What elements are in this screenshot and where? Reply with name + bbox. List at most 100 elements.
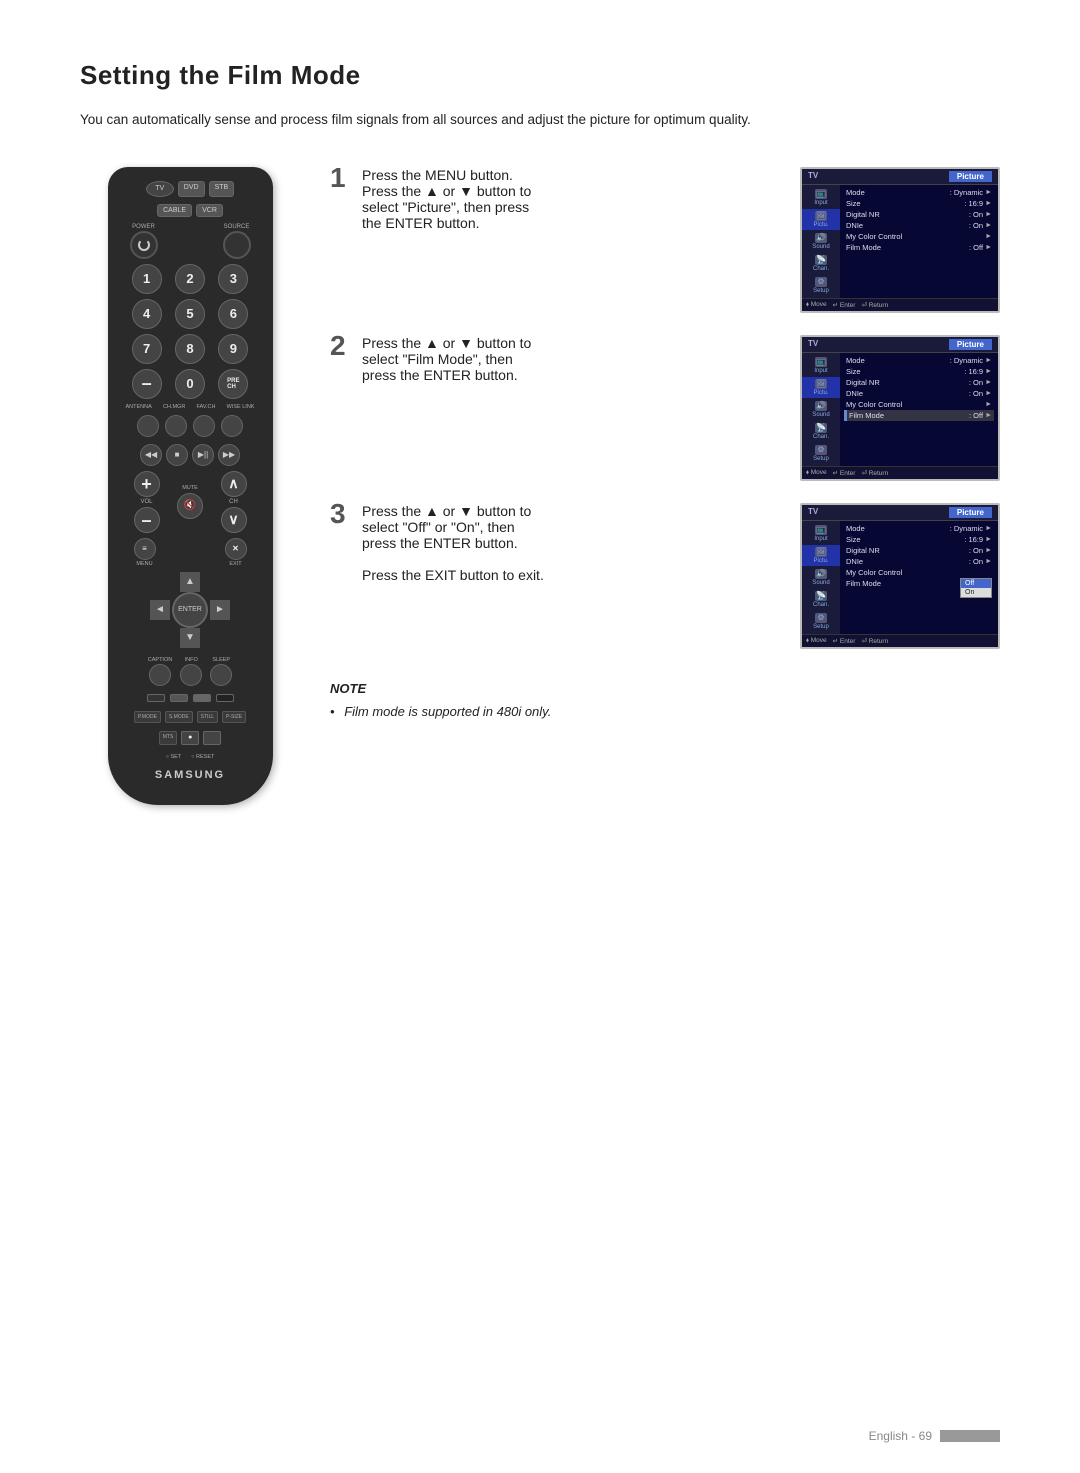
vol-controls: + VOL – [134, 471, 160, 533]
dvd-button[interactable]: DVD [178, 181, 205, 197]
tv-main-1: Mode : Dynamic ► Size : 16:9 ► Digital N… [840, 185, 998, 298]
mute-button[interactable]: 🔇 [177, 493, 203, 519]
color-btn-1[interactable] [147, 694, 165, 702]
rewind-button[interactable]: ◀◀ [140, 444, 162, 466]
step-2-number: 2 [330, 331, 352, 362]
stb-button[interactable]: STB [209, 181, 235, 197]
color-btn-3[interactable] [193, 694, 211, 702]
sidebar-sound-1: 🔊 Sound [802, 231, 840, 252]
tv-menu-2: 📺 Input 🖼 Pictu. 🔊 Sound [802, 353, 998, 466]
ff-button[interactable]: ▶▶ [218, 444, 240, 466]
step-1-line1: Press the MENU button. [362, 167, 784, 183]
vol-up-button[interactable]: + [134, 471, 160, 497]
btn-2[interactable]: 2 [175, 264, 205, 294]
note-item-1: • Film mode is supported in 480i only. [330, 702, 1000, 722]
tv-screen-3: TV Picture 📺 Input 🖼 [800, 503, 1000, 649]
sleep-button[interactable] [210, 664, 232, 686]
smode-button[interactable]: S.MODE [165, 711, 193, 723]
ch-up-button[interactable]: ∧ [221, 471, 247, 497]
pmode-button[interactable]: P.MODE [134, 711, 161, 723]
power-button[interactable] [130, 231, 158, 259]
footer-text: English - 69 [869, 1429, 932, 1443]
btn-0[interactable]: 0 [175, 369, 205, 399]
tv-sidebar-3: 📺 Input 🖼 Pictu. 🔊 Sound [802, 521, 840, 634]
step-3-row: 3 Press the ▲ or ▼ button to select "Off… [330, 503, 1000, 649]
menu-row-mycolor-3: My Color Control [844, 567, 994, 578]
tv-footer-2: ⬧ Move ↵ Enter ⏎ Return [802, 466, 998, 479]
filmmode-popup: Off On [960, 578, 992, 598]
footer-move-3: ⬧ Move [806, 637, 827, 645]
sidebar-channel-1: 📡 Chan. [802, 253, 840, 274]
footer-bar [940, 1430, 1000, 1442]
btn-3[interactable]: 3 [218, 264, 248, 294]
btn-prech[interactable]: PRECH [218, 369, 248, 399]
menu-area: ≡ MENU [134, 538, 156, 567]
step-1-screen: TV Picture 📺 Input 🖼 [800, 167, 1000, 313]
dpad-up[interactable]: ▲ [180, 572, 200, 592]
ch-down-button[interactable]: ∨ [221, 507, 247, 533]
nav-labels: ANTENNA CH.MGR FAV.CH WISE LINK [120, 404, 261, 410]
wiselink-button[interactable] [221, 415, 243, 437]
mts-button[interactable]: MTS [159, 731, 178, 745]
stop-button[interactable]: ■ [166, 444, 188, 466]
btn-4[interactable]: 4 [132, 299, 162, 329]
setup-icon-1: ⚙ [815, 277, 827, 287]
input-icon-3: 📺 [815, 525, 827, 535]
tv-label-2: TV [808, 339, 818, 350]
btn-1[interactable]: 1 [132, 264, 162, 294]
menu-row-filmmode-1: Film Mode : Off ► [844, 242, 994, 253]
btn-8[interactable]: 8 [175, 334, 205, 364]
step-3-number: 3 [330, 499, 352, 530]
color-btn-4[interactable] [216, 694, 234, 702]
footer-return-1: ⏎ Return [861, 301, 888, 309]
menu-button[interactable]: ≡ [134, 538, 156, 560]
dpad: ▲ ◄ ENTER ► ▼ [150, 572, 230, 648]
rec-button[interactable]: ● [181, 731, 199, 745]
btn-5[interactable]: 5 [175, 299, 205, 329]
dpad-left[interactable]: ◄ [150, 600, 170, 620]
tv-sidebar-1: 📺 Input 🖼 Pictu. 🔊 Sound [802, 185, 840, 298]
extra-button[interactable] [203, 731, 221, 745]
menu-label: MENU [136, 561, 152, 567]
color-btn-2[interactable] [170, 694, 188, 702]
mute-area: MUTE 🔇 [177, 485, 203, 519]
tv-menu-3: 📺 Input 🖼 Pictu. 🔊 Sound [802, 521, 998, 634]
btn-9[interactable]: 9 [218, 334, 248, 364]
enter-button[interactable]: ENTER [172, 592, 208, 628]
exit-button[interactable]: ✕ [225, 538, 247, 560]
sidebar-setup-3: ⚙ Setup [802, 611, 840, 632]
vcr-button[interactable]: VCR [196, 204, 223, 217]
menu-row-filmmode-2: Film Mode : Off ► [844, 410, 994, 421]
chmgr-button[interactable] [165, 415, 187, 437]
menu-row-dnr-2: Digital NR : On ► [844, 377, 994, 388]
btn-7[interactable]: 7 [132, 334, 162, 364]
number-grid: 1 2 3 4 5 6 7 8 9 – 0 PRECH [120, 264, 261, 399]
info-button[interactable] [180, 664, 202, 686]
remote-container: TV DVD STB CABLE VCR POWER [80, 167, 300, 805]
still-button[interactable]: STILL [197, 711, 218, 723]
footer-return-2: ⏎ Return [861, 469, 888, 477]
remote: TV DVD STB CABLE VCR POWER [108, 167, 273, 805]
picture-icon-2: 🖼 [815, 379, 827, 389]
menu-row-dnie-1: DNIe : On ► [844, 220, 994, 231]
source-buttons-row2: CABLE VCR [157, 204, 223, 217]
menu-row-filmmode-3: Film Mode Off On [844, 578, 994, 589]
step-1-line4: the ENTER button. [362, 215, 784, 231]
caption-button[interactable] [149, 664, 171, 686]
antenna-button[interactable] [137, 415, 159, 437]
dpad-right[interactable]: ► [210, 600, 230, 620]
btn-dash[interactable]: – [132, 369, 162, 399]
dpad-down[interactable]: ▼ [180, 628, 200, 648]
tv-button[interactable]: TV [146, 181, 174, 197]
btn-6[interactable]: 6 [218, 299, 248, 329]
psize-button[interactable]: P-SIZE [222, 711, 246, 723]
antenna-label: ANTENNA [126, 404, 152, 410]
sidebar-picture-2: 🖼 Pictu. [802, 377, 840, 398]
cable-button[interactable]: CABLE [157, 204, 192, 217]
playpause-button[interactable]: ▶|| [192, 444, 214, 466]
source-button[interactable] [223, 231, 251, 259]
step-2-line2: select "Film Mode", then [362, 351, 784, 367]
sidebar-channel-2: 📡 Chan. [802, 421, 840, 442]
favch-button[interactable] [193, 415, 215, 437]
vol-down-button[interactable]: – [134, 507, 160, 533]
